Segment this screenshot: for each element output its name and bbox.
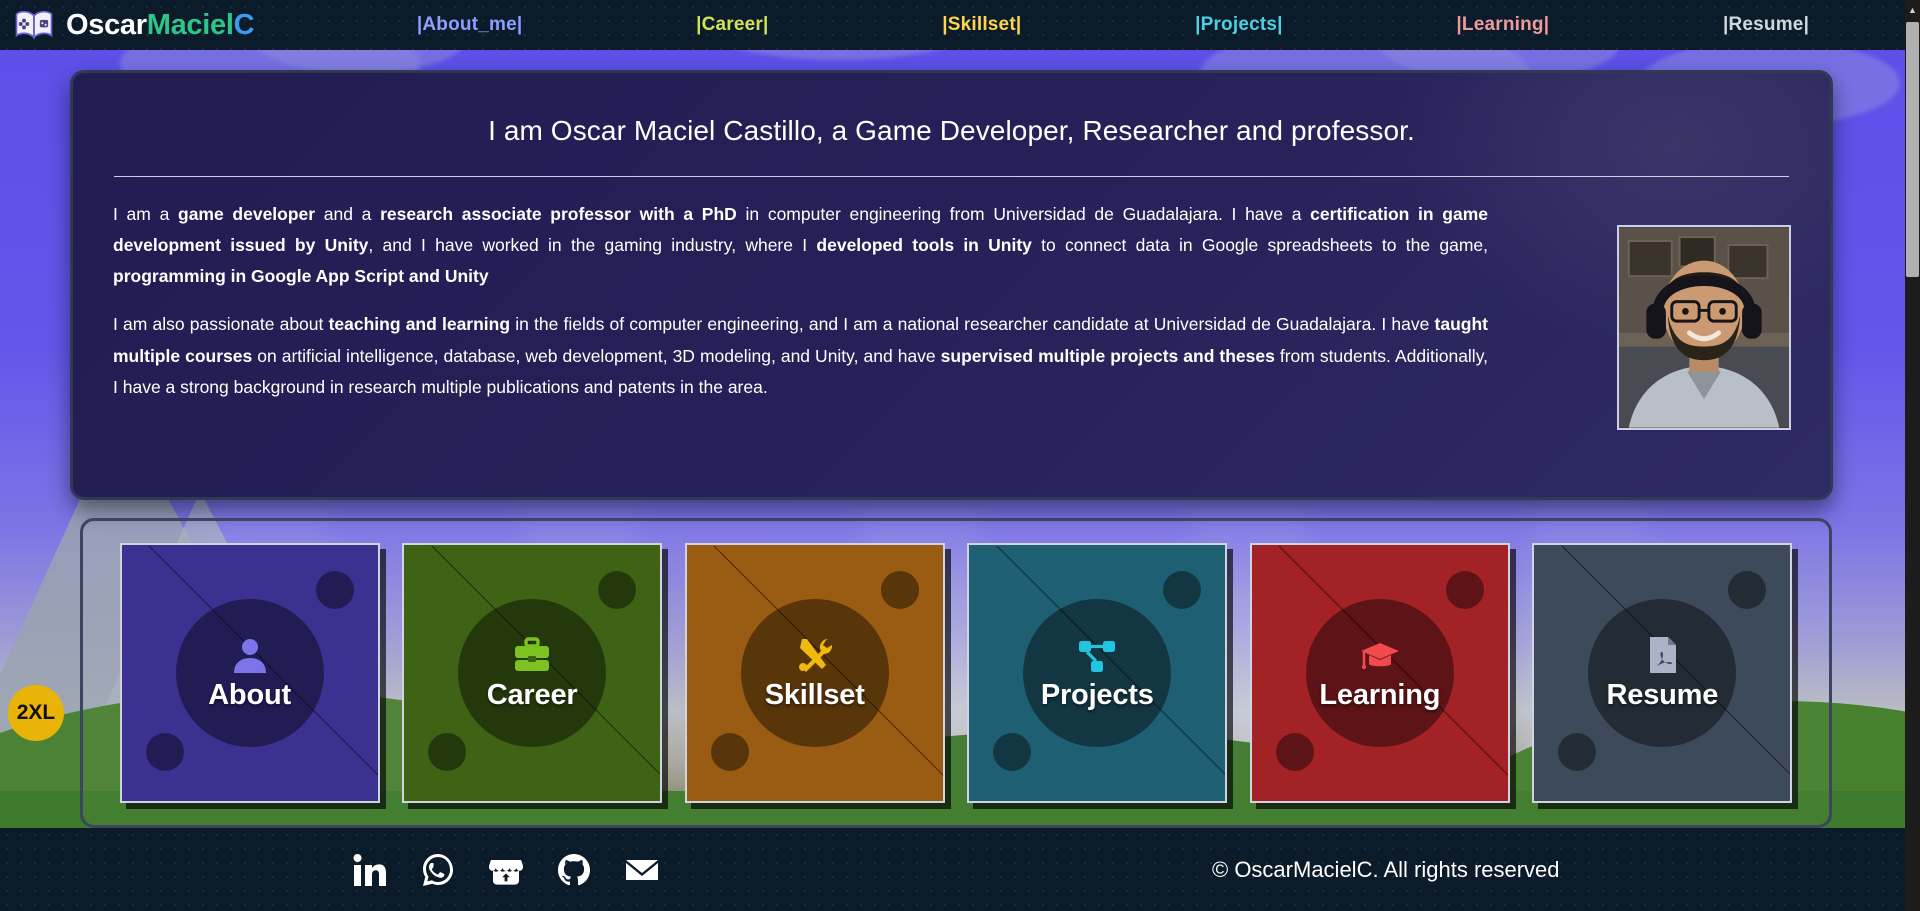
card-dot <box>1163 571 1202 609</box>
intro-paragraph-2: I am also passionate about teaching and … <box>113 314 1489 397</box>
page-content: I am Oscar Maciel Castillo, a Game Devel… <box>0 0 1920 911</box>
card-bubble: About <box>175 599 324 747</box>
card-bubble: Projects <box>1023 599 1172 747</box>
card-skillset[interactable]: Skillset <box>684 543 945 803</box>
graduation-cap-icon <box>1360 635 1400 675</box>
brand-part-3: C <box>233 8 255 41</box>
card-dot <box>710 733 749 771</box>
card-dot <box>145 733 184 771</box>
scroll-up-arrow[interactable]: ▲ <box>1905 2 1920 18</box>
top-navigation-bar: OscarMacielC |About_me| |Career| |Skills… <box>0 0 1920 50</box>
briefcase-icon <box>512 635 552 675</box>
brand-logo-link[interactable]: OscarMacielC <box>0 9 330 42</box>
cards-row: About Career Skillset Projects Learning … <box>83 521 1829 825</box>
envelope-icon[interactable] <box>624 852 660 888</box>
nav-link-about_me[interactable]: |About_me| <box>417 14 523 36</box>
intro-body: I am a game developer and a research ass… <box>113 199 1790 403</box>
itchio-icon[interactable] <box>488 852 524 888</box>
pdf-file-icon <box>1642 635 1682 675</box>
brand-part-1: Oscar <box>66 8 147 41</box>
card-label: Projects <box>1040 678 1154 711</box>
user-icon <box>230 635 270 675</box>
card-career[interactable]: Career <box>402 543 663 803</box>
open-book-game-icon <box>14 9 54 41</box>
brand-title: OscarMacielC <box>66 8 255 42</box>
social-links <box>352 852 660 888</box>
card-bubble: Skillset <box>740 599 889 747</box>
linkedin-icon[interactable] <box>352 852 388 888</box>
intro-paragraph-1: I am a game developer and a research ass… <box>113 204 1489 287</box>
card-about[interactable]: About <box>119 543 380 803</box>
nav-link-learning[interactable]: |Learning| <box>1456 14 1549 36</box>
nav-link-career[interactable]: |Career| <box>696 14 768 36</box>
card-label: Resume <box>1606 678 1719 711</box>
nav-link-resume[interactable]: |Resume| <box>1723 14 1809 36</box>
nav-link-projects[interactable]: |Projects| <box>1195 14 1283 36</box>
copyright-text: © OscarMacielC. All rights reserved <box>1212 856 1560 882</box>
profile-photo <box>1617 225 1791 430</box>
sitemap-icon <box>1077 635 1117 675</box>
page-title: I am Oscar Maciel Castillo, a Game Devel… <box>488 115 1415 146</box>
card-label: Learning <box>1319 678 1441 711</box>
whatsapp-icon[interactable] <box>420 852 456 888</box>
page-scrollbar[interactable]: ▲ <box>1905 0 1920 911</box>
card-dot <box>315 571 354 609</box>
tools-icon <box>795 635 835 675</box>
card-dot <box>1445 571 1484 609</box>
card-dot <box>993 733 1032 771</box>
nav-link-skillset[interactable]: |Skillset| <box>942 14 1021 36</box>
card-dot <box>1728 571 1767 609</box>
brand-part-2: Maciel <box>146 8 234 41</box>
card-dot <box>1558 733 1597 771</box>
section-cards-panel: About Career Skillset Projects Learning … <box>80 518 1832 828</box>
card-dot <box>598 571 637 609</box>
card-label: Career <box>486 678 578 711</box>
card-dot <box>1275 733 1314 771</box>
card-dot <box>880 571 919 609</box>
card-label: About <box>208 678 291 711</box>
card-dot <box>428 733 467 771</box>
card-learning[interactable]: Learning <box>1249 543 1510 803</box>
scrollbar-thumb[interactable] <box>1906 22 1919 277</box>
card-bubble: Career <box>458 599 607 747</box>
breakpoint-badge: 2XL <box>8 685 64 741</box>
intro-panel: I am Oscar Maciel Castillo, a Game Devel… <box>70 70 1833 500</box>
card-bubble: Resume <box>1588 599 1737 747</box>
card-resume[interactable]: Resume <box>1532 543 1793 803</box>
title-divider <box>114 176 1789 177</box>
card-projects[interactable]: Projects <box>967 543 1228 803</box>
card-bubble: Learning <box>1305 599 1454 747</box>
nav-links: |About_me| |Career| |Skillset| |Projects… <box>330 14 1920 36</box>
card-label: Skillset <box>764 678 865 711</box>
github-icon[interactable] <box>556 852 592 888</box>
site-footer: © OscarMacielC. All rights reserved <box>0 828 1920 911</box>
